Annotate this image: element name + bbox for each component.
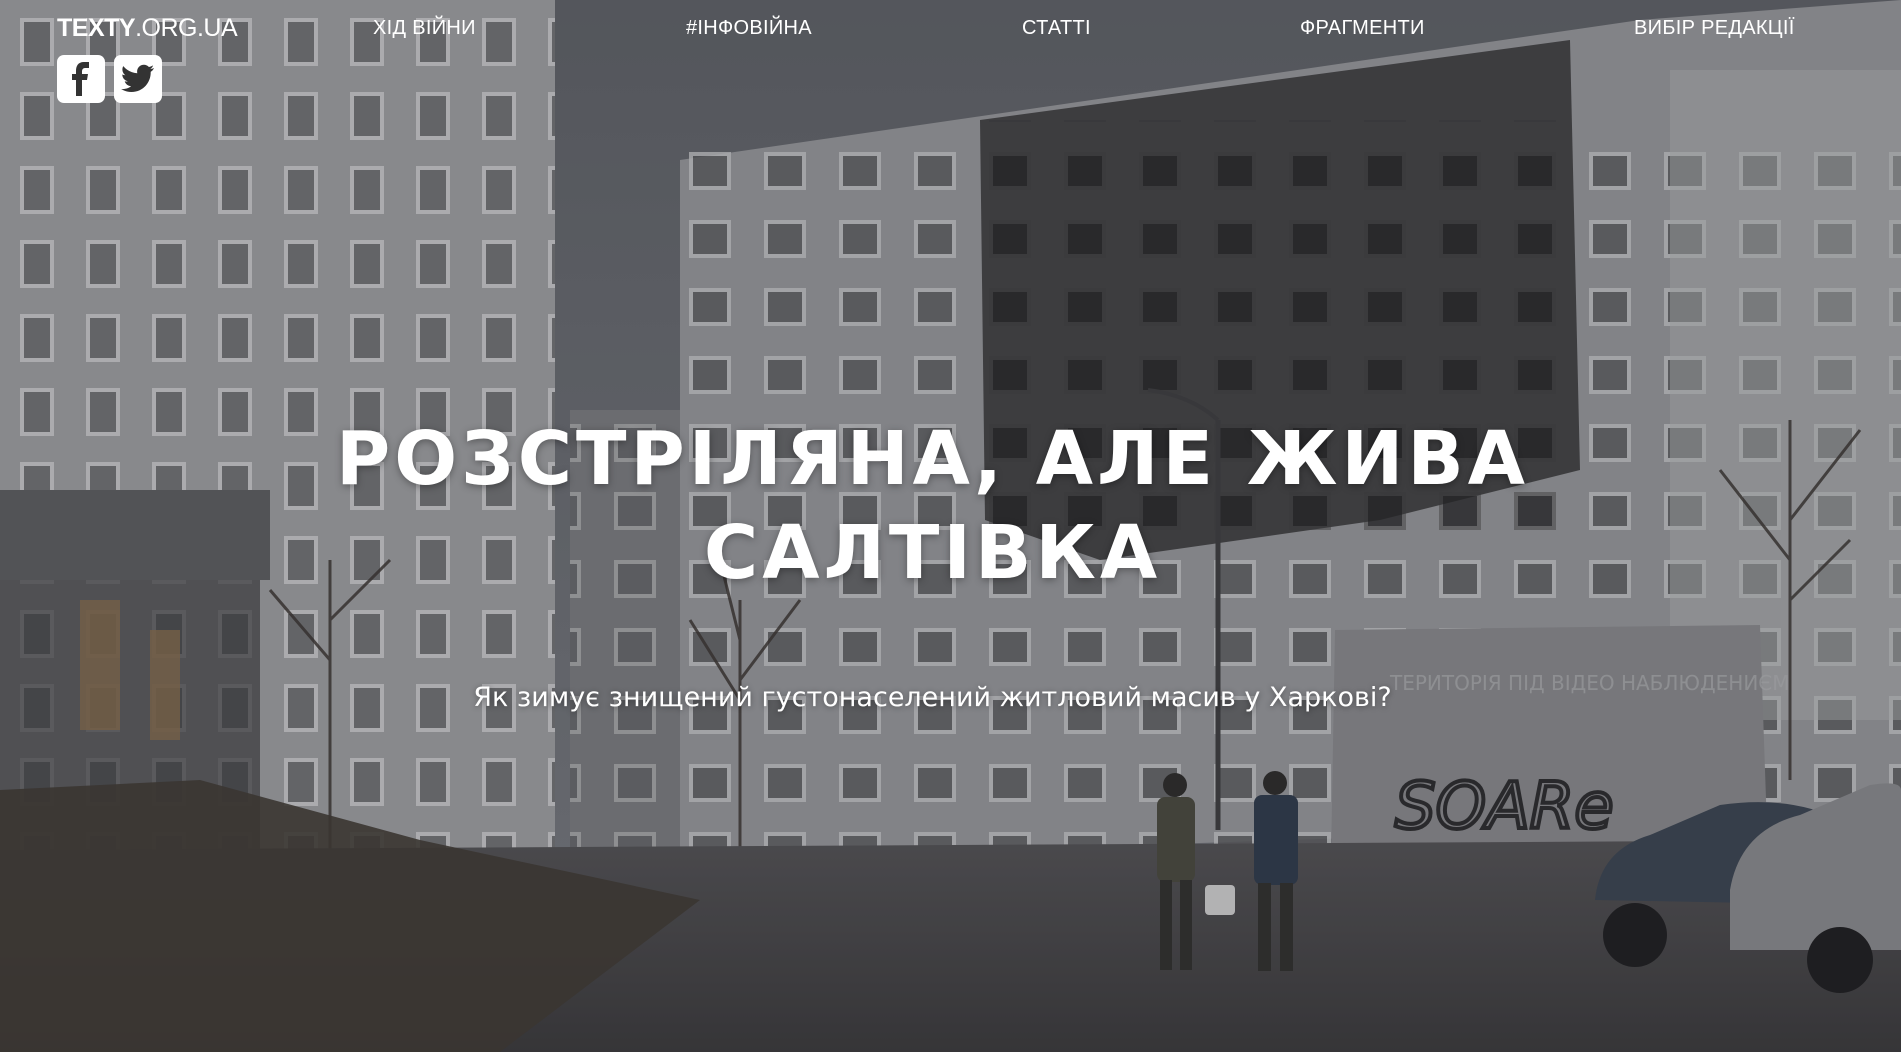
- page-subtitle: Як зимує знищений густонаселений житлови…: [473, 682, 1392, 713]
- nav-articles[interactable]: СТАТТІ: [1022, 17, 1091, 40]
- social-links: [57, 55, 162, 103]
- facebook-button[interactable]: [57, 55, 105, 103]
- site-logo[interactable]: TEXTY.ORG.UA: [57, 14, 238, 43]
- logo-light-text: .ORG.UA: [135, 14, 238, 42]
- twitter-button[interactable]: [114, 55, 162, 103]
- title-line-1: РОЗСТРІЛЯНА, АЛЕ ЖИВА: [335, 416, 1530, 502]
- page-title: РОЗСТРІЛЯНА, АЛЕ ЖИВА САЛТІВКА: [300, 412, 1565, 600]
- title-line-2: САЛТІВКА: [703, 510, 1162, 596]
- logo-bold-text: TEXTY: [57, 14, 136, 42]
- nav-infowar[interactable]: #ІНФОВІЙНА: [686, 17, 812, 40]
- nav-fragments[interactable]: ФРАГМЕНТИ: [1300, 17, 1425, 40]
- nav-editors-choice[interactable]: ВИБІР РЕДАКЦІЇ: [1634, 17, 1795, 40]
- facebook-icon: [72, 62, 89, 96]
- twitter-icon: [121, 64, 154, 92]
- nav-war-progress[interactable]: ХІД ВІЙНИ: [373, 17, 476, 40]
